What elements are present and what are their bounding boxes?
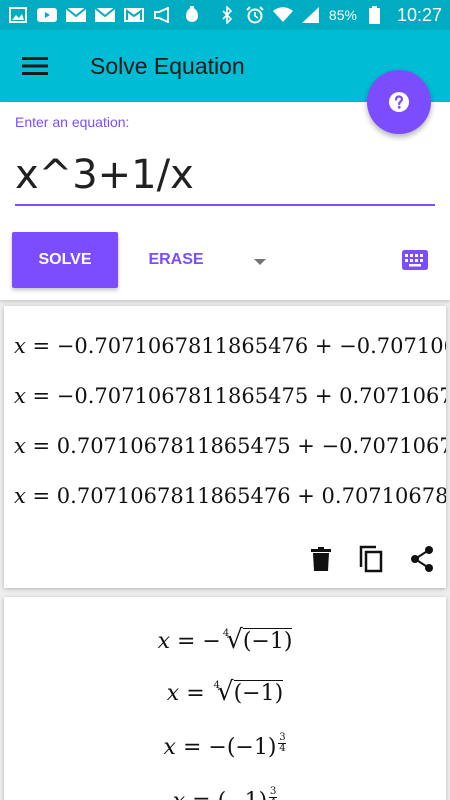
symbolic-results-card: x = −4√(−1) x = 4√(−1) x = −(−1)34 x = (…: [4, 597, 446, 800]
youtube-icon: [37, 6, 57, 24]
copy-icon: [359, 545, 383, 573]
keyboard-toggle-button[interactable]: [398, 245, 432, 275]
fraction-exponent: 34: [269, 786, 278, 800]
status-bar: 85% 10:27: [0, 0, 450, 30]
keyboard-icon: [402, 250, 428, 270]
gmail-icon: [124, 6, 144, 24]
fourth-root: 4√(−1): [222, 625, 293, 655]
solution-line: x = 0.7071067811865476 + 0.7071067811865…: [14, 484, 446, 508]
megaphone-icon: [153, 6, 173, 24]
symbolic-solution-line: x = −(−1) 3 4: [163, 732, 287, 760]
solution-line: x = 0.7071067811865475 + −0.707106781186…: [14, 434, 446, 458]
notification-icons: [8, 6, 202, 24]
symbolic-solution-line: x = 4√(−1): [166, 677, 284, 707]
fraction-exponent: 34: [278, 732, 287, 754]
delete-button[interactable]: [306, 544, 336, 574]
solution-line: x = −0.7071067811865475 + 0.707106781186…: [14, 384, 446, 408]
erase-button[interactable]: ERASE: [133, 232, 219, 288]
help-button[interactable]: [367, 70, 431, 134]
equation-label: Enter an equation:: [15, 114, 130, 130]
clock: 10:27: [396, 4, 442, 25]
options-dropdown[interactable]: [250, 252, 270, 272]
gallery-icon: [8, 6, 28, 24]
mail-icon: [95, 6, 115, 24]
mail-icon: [66, 6, 86, 24]
card-actions: [4, 532, 446, 588]
page-title: Solve Equation: [90, 52, 245, 79]
wifi-icon: [272, 6, 293, 24]
battery-percent: 85%: [328, 7, 357, 23]
solution-line: x = −0.7071067811865476 + −0.70710678118…: [14, 334, 446, 358]
solve-button[interactable]: SOLVE: [12, 232, 118, 288]
symbolic-solution-line: x = −4√(−1): [157, 625, 293, 655]
share-button[interactable]: [407, 544, 437, 574]
help-icon: [389, 92, 409, 112]
symbolic-solution-line: x = (−1)34: [4, 786, 446, 800]
equation-input-panel: Enter an equation: SOLVE ERASE: [0, 102, 450, 300]
hamburger-menu-icon: [22, 57, 48, 75]
clash-icon: [182, 6, 202, 24]
menu-button[interactable]: [0, 30, 70, 102]
dropdown-arrow-icon: [254, 259, 266, 265]
copy-button[interactable]: [356, 544, 386, 574]
delete-icon: [311, 547, 331, 571]
fourth-root: 4√(−1): [213, 677, 284, 707]
alarm-icon: [245, 6, 265, 24]
system-icons: 85% 10:27: [217, 5, 442, 26]
numeric-results-card: x = −0.7071067811865476 + −0.70710678118…: [4, 306, 446, 588]
battery-icon: [365, 6, 385, 24]
bluetooth-icon: [217, 6, 237, 24]
share-icon: [411, 546, 433, 572]
equation-input[interactable]: [15, 146, 435, 206]
signal-icon: [301, 6, 321, 24]
